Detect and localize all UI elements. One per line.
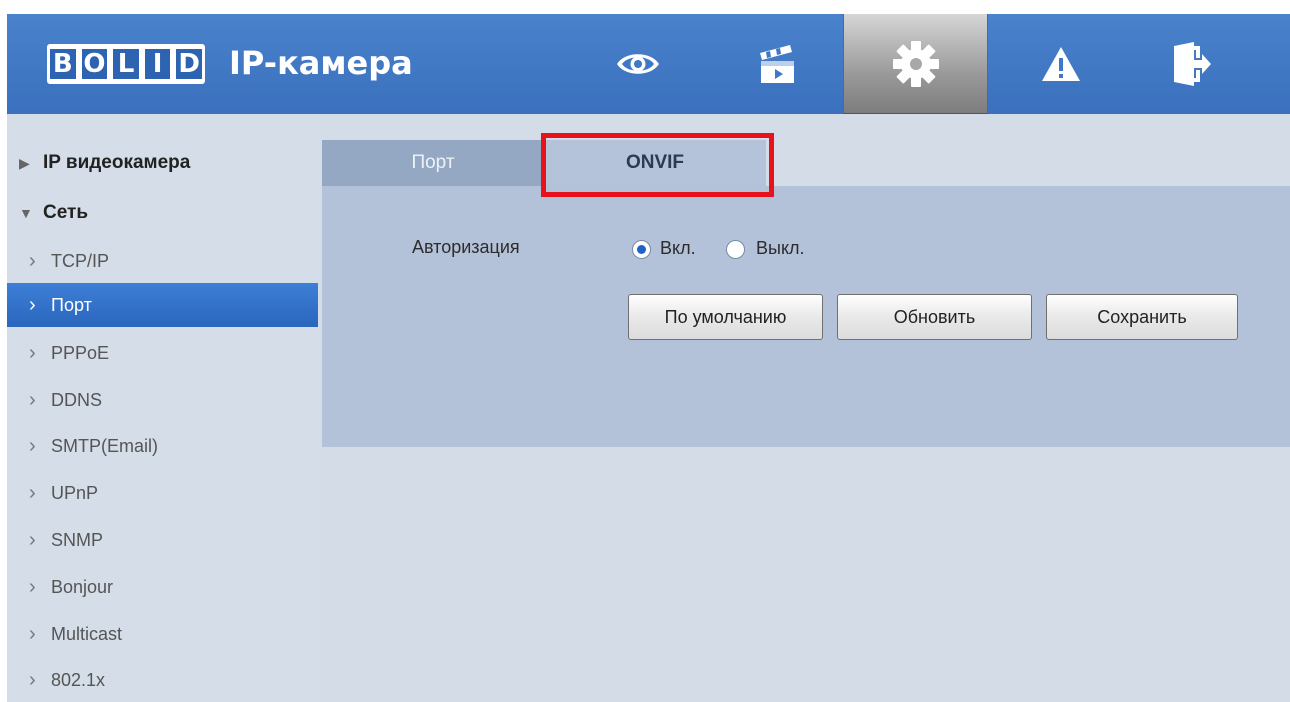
sidebar-item-8021x[interactable]: › 802.1x [7, 657, 318, 702]
tab-bar: Порт ONVIF [320, 140, 1290, 186]
nav-setup[interactable] [843, 14, 988, 114]
sidebar-item-pppoe[interactable]: › PPPoE [7, 330, 318, 376]
gear-icon [892, 40, 939, 87]
sidebar: ▶ IP видеокамера ▼ Сеть › TCP/IP › Порт … [7, 114, 320, 702]
nav-playback[interactable] [704, 14, 849, 114]
sidebar-item-upnp[interactable]: › UPnP [7, 470, 318, 516]
chevron-right-icon: › [29, 388, 36, 411]
nav-alarm[interactable] [988, 14, 1133, 114]
chevron-right-icon: › [29, 622, 36, 645]
triangle-down-icon: ▼ [19, 205, 33, 221]
sidebar-category-network[interactable]: ▼ Сеть [7, 190, 318, 236]
refresh-button[interactable]: Обновить [837, 294, 1032, 340]
save-button[interactable]: Сохранить [1046, 294, 1238, 340]
default-button[interactable]: По умолчанию [628, 294, 823, 340]
radio-selected-dot [637, 245, 646, 254]
chevron-right-icon: › [29, 668, 36, 691]
top-header: B O L I D IP-камера [7, 14, 1290, 114]
sidebar-item-port[interactable]: › Порт [7, 283, 318, 327]
sidebar-item-tcpip[interactable]: › TCP/IP [7, 238, 318, 284]
bolid-logo: B O L I D [47, 44, 205, 84]
sidebar-category-ip-camera[interactable]: ▶ IP видеокамера [7, 140, 318, 186]
auth-off-label: Выкл. [756, 238, 805, 258]
auth-off-radio[interactable] [726, 240, 745, 259]
app-title: IP-камера [229, 44, 413, 82]
auth-on-label: Вкл. [660, 238, 696, 258]
sidebar-item-multicast[interactable]: › Multicast [7, 611, 318, 657]
chevron-right-icon: › [29, 528, 36, 551]
warning-icon [1041, 47, 1080, 81]
tab-port[interactable]: Порт [322, 140, 544, 186]
tab-onvif[interactable]: ONVIF [544, 140, 766, 186]
authorization-label: Авторизация [412, 237, 520, 257]
chevron-right-icon: › [29, 575, 36, 598]
chevron-right-icon: › [29, 341, 36, 364]
auth-on-radio[interactable] [632, 240, 651, 259]
chevron-right-icon: › [29, 293, 36, 316]
nav-live-view[interactable] [565, 14, 710, 114]
chevron-right-icon: › [29, 434, 36, 457]
sidebar-item-bonjour[interactable]: › Bonjour [7, 564, 318, 610]
eye-icon [616, 54, 659, 74]
chevron-right-icon: › [29, 249, 36, 272]
sidebar-item-ddns[interactable]: › DDNS [7, 377, 318, 423]
triangle-right-icon: ▶ [19, 154, 30, 171]
sidebar-item-smtp[interactable]: › SMTP(Email) [7, 423, 318, 469]
chevron-right-icon: › [29, 481, 36, 504]
exit-icon [1173, 42, 1211, 86]
clapperboard-icon [759, 45, 794, 83]
nav-logout[interactable] [1119, 14, 1264, 114]
sidebar-item-snmp[interactable]: › SNMP [7, 517, 318, 563]
